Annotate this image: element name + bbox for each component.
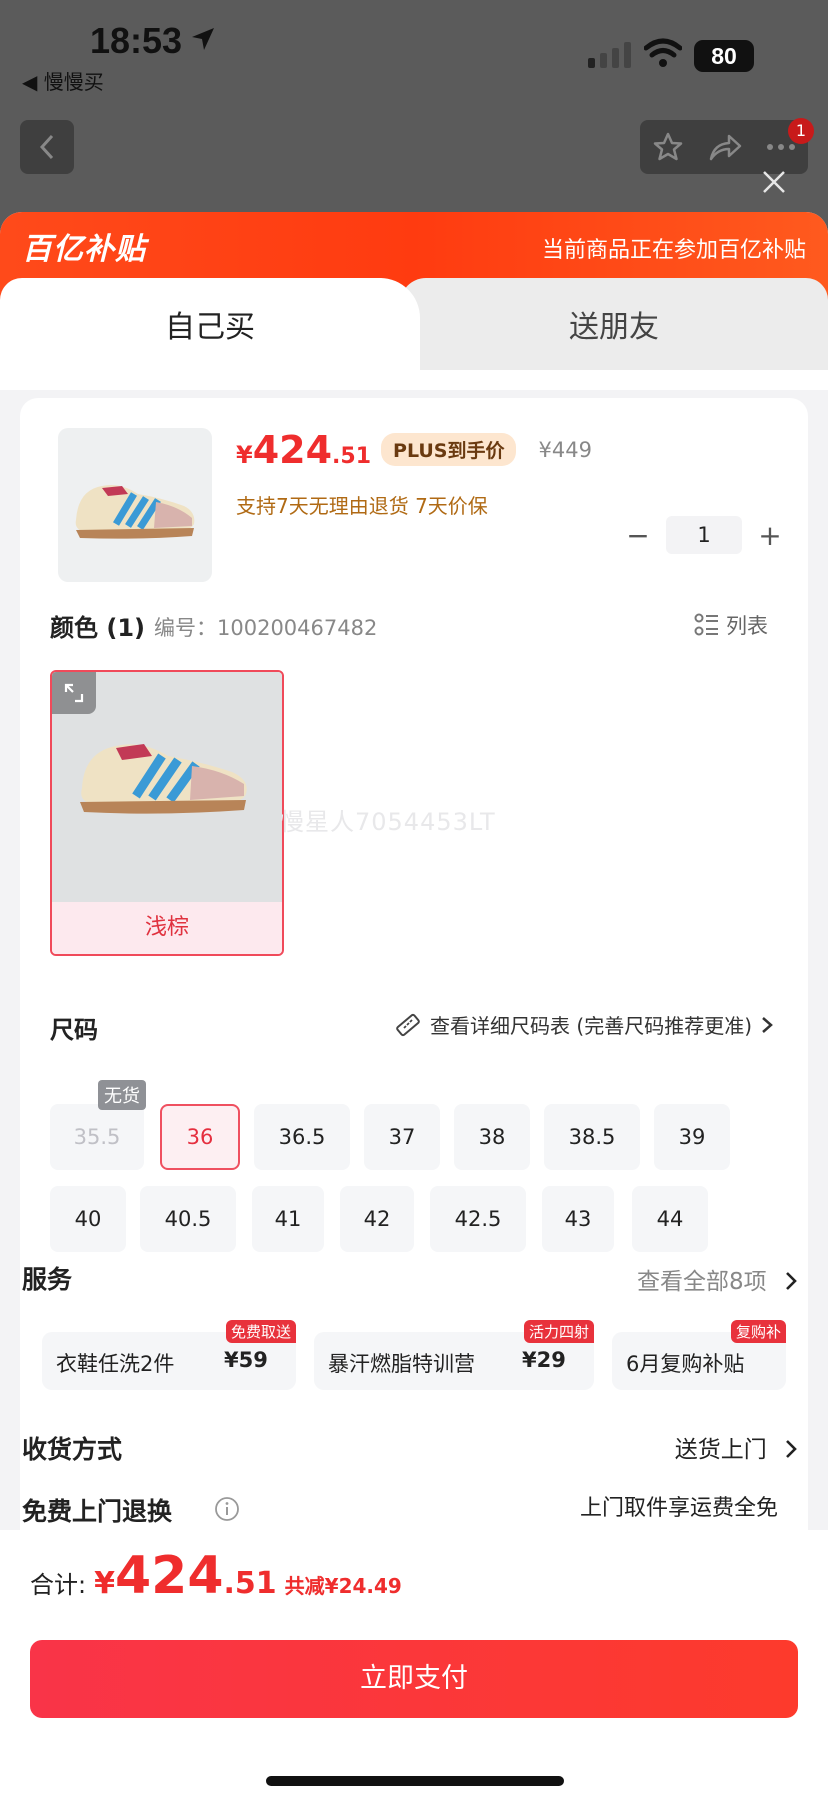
shipping-value: 送货上门 <box>674 1437 767 1463</box>
purchase-sheet: 百亿补贴 当前商品正在参加百亿补贴 送朋友 自己买 ¥ 424 .51 PLUS… <box>0 212 828 1795</box>
shoe-image <box>75 485 195 539</box>
size-option-44[interactable]: 44 <box>632 1186 708 1252</box>
service-card-repurchase[interactable]: 6月复购补贴 复购补 <box>612 1320 786 1390</box>
size-option-40-5[interactable]: 40.5 <box>140 1186 236 1252</box>
size-option-36-5[interactable]: 36.5 <box>254 1104 350 1170</box>
size-option-42-5[interactable]: 42.5 <box>430 1186 526 1252</box>
color-option-label: 浅棕 <box>52 902 282 954</box>
expand-icon <box>64 683 84 703</box>
plus-price-tag: PLUS到手价 <box>381 433 517 466</box>
view-all-services-label: 查看全部8项 <box>637 1269 767 1295</box>
size-option-37[interactable]: 37 <box>364 1104 440 1170</box>
tab-self[interactable]: 自己买 <box>0 278 420 370</box>
tab-underlay <box>0 370 828 390</box>
price-row: ¥ 424 .51 PLUS到手价 ¥449 <box>236 428 592 472</box>
chevron-right-icon <box>786 1440 797 1458</box>
size-option-38-5[interactable]: 38.5 <box>544 1104 640 1170</box>
service-card-fitness[interactable]: 暴汗燃脂特训营 ¥29 活力四射 <box>314 1320 594 1390</box>
expand-button[interactable] <box>52 672 96 714</box>
quantity-stepper: − 1 + <box>620 516 788 554</box>
star-icon[interactable] <box>652 131 684 163</box>
size-option-38[interactable]: 38 <box>454 1104 530 1170</box>
free-return-value: 上门取件享运费全免 <box>579 1496 778 1521</box>
service-section-title: 服务 <box>22 1265 73 1294</box>
purchase-tabs: 送朋友 自己买 <box>0 278 828 370</box>
tab-gift[interactable]: 送朋友 <box>400 278 828 370</box>
size-option-39[interactable]: 39 <box>654 1104 730 1170</box>
back-to-app-link[interactable]: ◀ 慢慢买 <box>22 66 104 95</box>
battery-indicator: 80 <box>694 40 754 72</box>
chevron-left-icon <box>39 134 54 160</box>
more-icon[interactable] <box>766 142 796 152</box>
out-of-stock-badge: 无货 <box>98 1080 146 1110</box>
list-view-toggle[interactable]: 列表 <box>694 610 768 640</box>
view-all-services-link[interactable]: 查看全部8项 <box>637 1262 798 1296</box>
chevron-right-icon <box>786 1272 797 1290</box>
price-symbol: ¥ <box>236 441 253 469</box>
subsidy-note: 当前商品正在参加百亿补贴 <box>541 238 806 263</box>
size-option-40[interactable]: 40 <box>50 1186 126 1252</box>
checkout-footer: 合计: ¥ 424 .51 共减¥24.49 立即支付 <box>0 1530 828 1795</box>
info-icon[interactable] <box>214 1496 240 1522</box>
size-option-43[interactable]: 43 <box>542 1186 614 1252</box>
size-option-41[interactable]: 41 <box>252 1186 324 1252</box>
quantity-input[interactable]: 1 <box>666 516 742 554</box>
service-tag: 活力四射 <box>523 1320 594 1343</box>
ruler-icon <box>396 1013 420 1036</box>
nav-actions <box>640 120 808 174</box>
total-label: 合计: <box>30 1571 87 1599</box>
signal-icon <box>588 42 631 68</box>
service-price: ¥29 <box>522 1348 566 1372</box>
shipping-title: 收货方式 <box>22 1435 123 1464</box>
size-option-36[interactable]: 36 <box>160 1104 240 1170</box>
size-chart-link[interactable]: 查看详细尺码表 (完善尺码推荐更准) <box>394 1010 774 1039</box>
service-name: 衣鞋任洗2件 <box>56 1352 175 1376</box>
quantity-plus-button[interactable]: + <box>752 519 788 552</box>
service-promise: 支持7天无理由退货 7天价保 <box>236 494 488 518</box>
wifi-icon <box>644 38 682 67</box>
close-icon[interactable] <box>760 168 788 196</box>
pay-now-button[interactable]: 立即支付 <box>30 1640 798 1718</box>
service-card-laundry[interactable]: 衣鞋任洗2件 ¥59 免费取送 <box>42 1320 296 1390</box>
sku-number: 编号：100200467482 <box>154 616 378 640</box>
total-integer: 424 <box>114 1546 224 1606</box>
service-price: ¥59 <box>224 1348 268 1372</box>
free-return-title: 免费上门退换 <box>22 1497 173 1526</box>
total-discount: 共减¥24.49 <box>284 1574 402 1598</box>
size-option-42[interactable]: 42 <box>340 1186 414 1252</box>
list-icon <box>694 613 718 636</box>
product-thumbnail <box>58 428 212 582</box>
service-tag: 免费取送 <box>225 1320 296 1343</box>
service-tag: 复购补 <box>730 1320 786 1343</box>
home-indicator[interactable] <box>266 1776 564 1786</box>
quantity-minus-button[interactable]: − <box>620 519 656 552</box>
size-section-title: 尺码 <box>50 1016 98 1044</box>
location-arrow-icon <box>192 28 214 50</box>
chevron-right-icon <box>762 1016 773 1033</box>
total-decimal: .51 <box>223 1566 277 1601</box>
price-decimal: .51 <box>332 444 372 469</box>
status-time: 18:53 <box>90 20 183 61</box>
color-option-light-brown[interactable]: 浅棕 <box>50 670 284 956</box>
size-option-35-5[interactable]: 35.5 <box>50 1104 144 1170</box>
service-name: 暴汗燃脂特训营 <box>328 1352 475 1376</box>
share-icon[interactable] <box>708 132 742 162</box>
size-chart-label: 查看详细尺码表 (完善尺码推荐更准) <box>430 1014 752 1038</box>
watermark: 慢星人7054453LT <box>280 808 496 836</box>
service-name: 6月复购补贴 <box>626 1352 745 1376</box>
original-price: ¥449 <box>538 438 592 462</box>
price-integer: 424 <box>252 428 333 472</box>
color-section-title: 颜色 (1) <box>50 614 145 642</box>
list-toggle-label: 列表 <box>726 614 768 638</box>
status-bar: 18:53 ◀ 慢慢买 80 <box>0 0 828 100</box>
subsidy-brand-logo: 百亿补贴 <box>22 232 146 267</box>
shipping-option[interactable]: 送货上门 <box>675 1430 798 1464</box>
nav-back-button[interactable] <box>20 120 74 174</box>
total-symbol: ¥ <box>94 1566 115 1601</box>
total-row: 合计: ¥ 424 .51 共减¥24.49 <box>30 1546 402 1606</box>
notification-badge: 1 <box>788 118 814 144</box>
